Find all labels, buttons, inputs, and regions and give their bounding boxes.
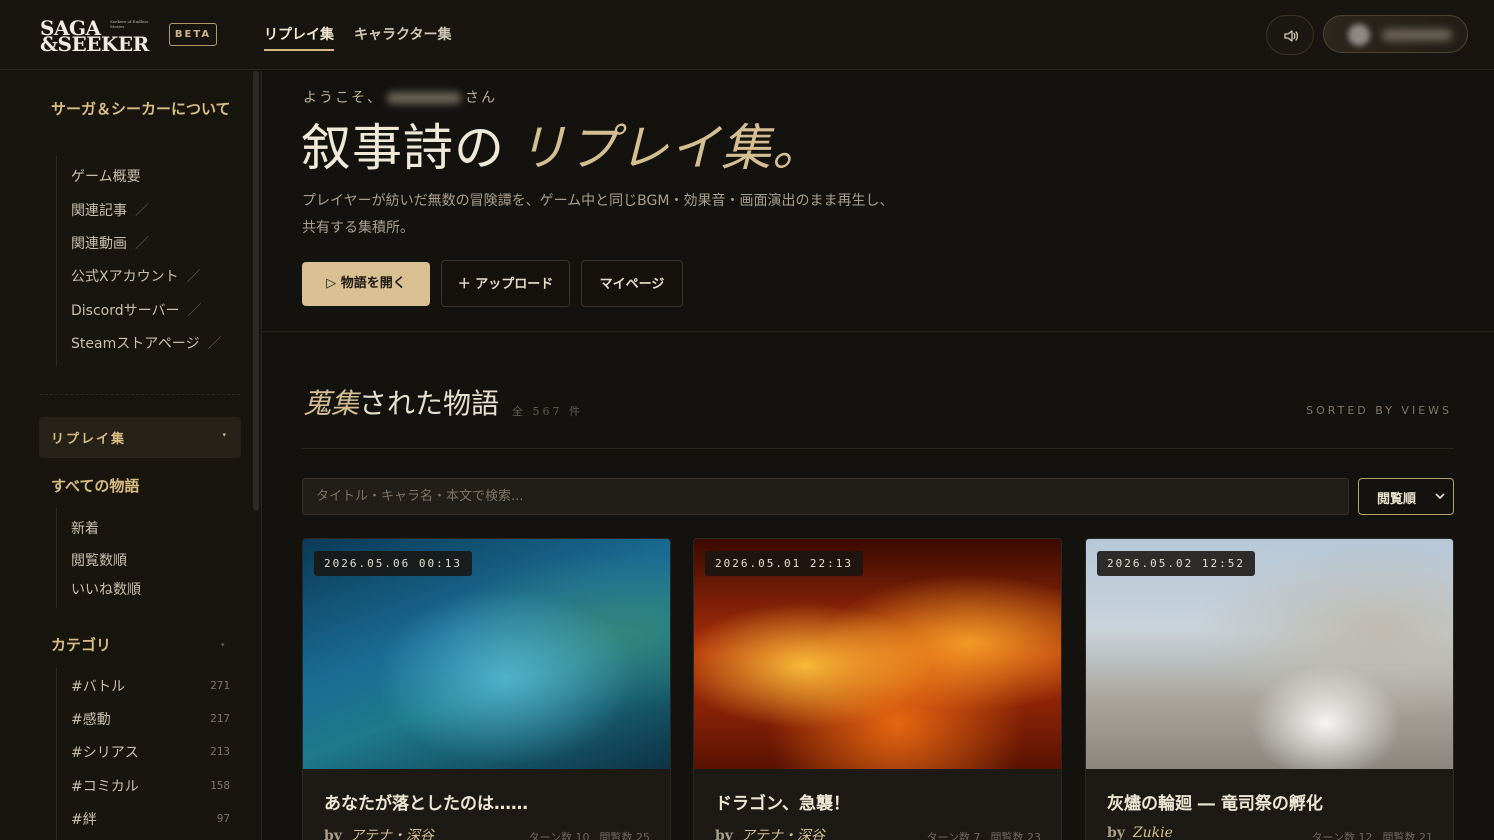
story-date: 2026.05.06 00:13 [314,551,472,576]
story-meta: ターン数 10 閲覧数 25 [528,831,650,840]
sidebar-about-list: ゲーム概要 関連記事／ 関連動画／ 公式Xアカウント／ Discordサーバー／… [56,156,222,366]
sidebar-item-new[interactable]: 新着 [71,518,99,538]
caret-down-icon: ▾ [221,641,225,649]
story-date: 2026.05.02 12:52 [1097,551,1255,576]
sidebar-accordion-replays[interactable]: リプレイ集 ▾ [39,417,241,458]
avatar [1348,24,1370,46]
category-count: 217 [210,712,230,725]
sort-select[interactable]: 閲覧順 [1358,478,1454,515]
sidebar-item-by-views[interactable]: 閲覧数順 [71,550,127,570]
section-divider [302,448,1454,449]
user-name-blurred [1382,29,1452,41]
tab-replays[interactable]: リプレイ集 [264,24,334,51]
story-title: ドラゴン、急襲！ [715,794,850,814]
sidebar-category-battle[interactable]: #バトル [71,676,125,696]
story-title: あなたが落としたのは…… [324,794,528,814]
story-meta: ターン数 12 閲覧数 21 [1311,831,1433,840]
sidebar-category-serious[interactable]: #シリアス [71,742,139,762]
sort-indicator: SORTED BY VIEWS [1306,404,1452,417]
story-card[interactable]: 2026.05.02 12:52 灰燼の輪廻 ― 竜司祭の孵化 by Zukie … [1085,538,1454,840]
story-meta: ターン数 7 閲覧数 23 [926,831,1041,840]
sidebar-category-comical[interactable]: #コミカル [71,776,139,796]
category-count: 97 [216,812,230,825]
sidebar-all-stories[interactable]: すべての物語 [51,473,139,499]
caret-down-icon: ▾ [222,431,226,439]
chevron-down-icon [1435,493,1445,500]
sidebar-scrollbar[interactable] [253,71,259,511]
open-story-button[interactable]: ▷ 物語を開く [302,262,430,306]
sidebar-category-emotional[interactable]: #感動 [71,709,111,729]
user-menu-button[interactable] [1323,15,1468,53]
sidebar-item-by-likes[interactable]: いいね数順 [71,579,141,599]
section-title: 蒐集された物語 [303,387,500,420]
mypage-button[interactable]: マイページ [581,260,683,307]
sidebar-item-overview[interactable]: ゲーム概要 [71,166,141,186]
site-logo[interactable]: SAGA &SEEKER Seekers of Endless Stories [40,16,162,56]
hero-divider [262,331,1494,332]
upload-button[interactable]: ＋ アップロード [441,260,570,307]
sidebar-item-videos[interactable]: 関連動画／ [71,233,149,253]
external-link-icon: ／ [187,303,202,319]
tab-characters[interactable]: キャラクター集 [354,24,451,44]
external-link-icon: ／ [186,269,201,285]
category-count: 158 [210,779,230,792]
external-link-icon: ／ [207,336,222,352]
sidebar-about-heading[interactable]: サーガ＆シーカーについて [51,96,231,122]
sidebar-item-articles[interactable]: 関連記事／ [71,200,149,220]
story-count: 全 567 件 [512,405,583,418]
external-link-icon: ／ [135,236,149,252]
story-card[interactable]: 2026.05.01 22:13 ドラゴン、急襲！ by アテナ・深谷 ターン数 … [693,538,1062,840]
logo-tagline: Seekers of Endless Stories [110,19,149,29]
story-author: by アテナ・深谷 [715,828,825,840]
story-date: 2026.05.01 22:13 [705,551,863,576]
top-bar: SAGA &SEEKER Seekers of Endless Stories … [0,0,1494,70]
sidebar-divider [40,394,240,395]
category-count: 213 [210,745,230,758]
category-count: 271 [210,679,230,692]
logo-line2: &SEEKER [40,32,149,56]
hero-description: プレイヤーが紡いだ無数の冒険譚を、ゲーム中と同じBGM・効果音・画面演出のまま再… [302,193,894,236]
sound-toggle-button[interactable] [1266,15,1314,55]
user-name-blurred [387,92,461,104]
page-title: 叙事詩の リプレイ集。 [301,119,823,177]
story-author: by Zukie [1107,825,1173,840]
speaker-icon [1284,30,1298,42]
sidebar-category-list: #バトル #感動 #シリアス #コミカル #絆 [56,668,139,840]
external-link-icon: ／ [135,203,149,219]
sidebar-category-bond[interactable]: #絆 [71,809,97,829]
sidebar-item-steam[interactable]: Steamストアページ／ [71,333,222,353]
story-card[interactable]: 2026.05.06 00:13 あなたが落としたのは…… by アテナ・深谷 タ… [302,538,671,840]
search-input[interactable] [302,478,1349,515]
sidebar-item-discord[interactable]: Discordサーバー／ [71,300,201,320]
sidebar-category-heading[interactable]: カテゴリ [51,632,111,658]
sidebar: サーガ＆シーカーについて ゲーム概要 関連記事／ 関連動画／ 公式Xアカウント／… [0,71,262,840]
story-author: by アテナ・深谷 [324,828,434,840]
welcome-message: ようこそ、 さん [303,90,497,106]
story-title: 灰燼の輪廻 ― 竜司祭の孵化 [1107,794,1323,814]
sidebar-item-x-account[interactable]: 公式Xアカウント／ [71,266,201,286]
sidebar-replay-list: 新着 閲覧数順 いいね数順 [56,508,141,608]
beta-badge: BETA [169,23,217,46]
